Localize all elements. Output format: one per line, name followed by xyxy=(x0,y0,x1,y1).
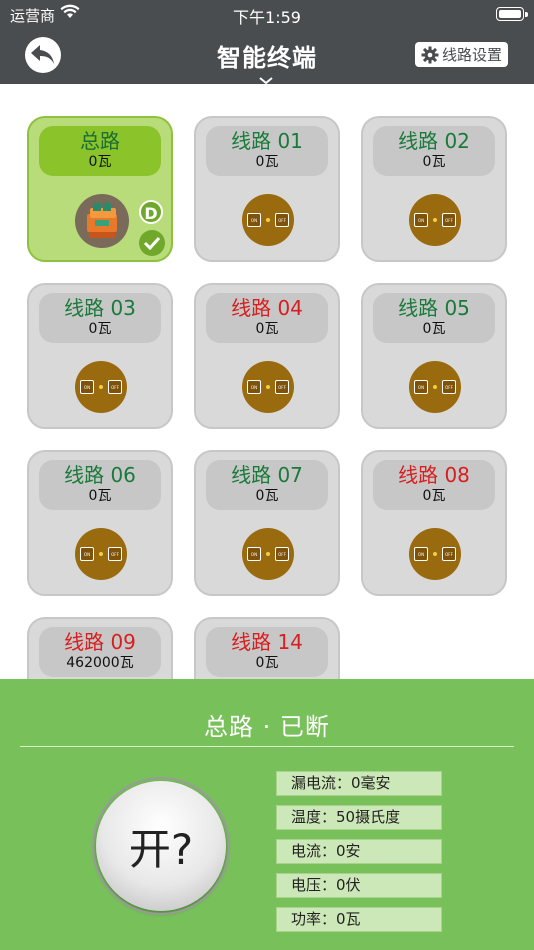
tile-label: 总路 0瓦 xyxy=(39,126,161,176)
tile-label: 线路 03 0瓦 xyxy=(39,293,161,343)
reading-current: 电流：0安 xyxy=(276,839,442,864)
tile-label: 线路 04 0瓦 xyxy=(206,293,328,343)
tile-line-03[interactable]: 线路 03 0瓦 ON OFF xyxy=(27,283,173,429)
tile-name: 线路 06 xyxy=(64,463,136,487)
tile-label: 线路 14 0瓦 xyxy=(206,627,328,677)
switch-icon: ON OFF xyxy=(75,528,127,580)
tile-line-06[interactable]: 线路 06 0瓦 ON OFF xyxy=(27,450,173,596)
tile-power: 0瓦 xyxy=(255,488,279,504)
tile-line-04[interactable]: 线路 04 0瓦 ON OFF xyxy=(194,283,340,429)
gear-icon xyxy=(421,46,439,63)
tile-power: 0瓦 xyxy=(422,488,446,504)
switch-icon: ON OFF xyxy=(409,528,461,580)
switch-icon: ON OFF xyxy=(75,361,127,413)
tile-name: 线路 14 xyxy=(231,630,303,654)
tile-name: 线路 07 xyxy=(231,463,303,487)
tile-power: 0瓦 xyxy=(255,321,279,337)
d-badge: D xyxy=(139,200,163,224)
tile-power: 0瓦 xyxy=(422,321,446,337)
reading-power: 功率：0瓦 xyxy=(276,907,442,932)
tile-name: 线路 08 xyxy=(398,463,470,487)
status-time: 下午1:59 xyxy=(233,8,301,27)
master-breaker-icon xyxy=(75,194,129,248)
divider xyxy=(20,746,514,747)
tile-name: 总路 xyxy=(80,129,120,153)
switch-icon: ON OFF xyxy=(242,361,294,413)
status-bar: 运营商 下午1:59 xyxy=(0,0,534,30)
tile-line-08[interactable]: 线路 08 0瓦 ON OFF xyxy=(361,450,507,596)
tile-label: 线路 07 0瓦 xyxy=(206,460,328,510)
switch-icon: ON OFF xyxy=(409,361,461,413)
tile-label: 线路 02 0瓦 xyxy=(373,126,495,176)
panel-title: 总路 · 已断 xyxy=(204,713,330,741)
chevron-down-icon[interactable] xyxy=(259,70,273,89)
tile-label: 线路 05 0瓦 xyxy=(373,293,495,343)
tile-name: 线路 03 xyxy=(64,296,136,320)
tile-label: 线路 09 462000瓦 xyxy=(39,627,161,677)
tile-master[interactable]: 总路 0瓦 D xyxy=(27,116,173,262)
reading-voltage: 电压：0伏 xyxy=(276,873,442,898)
reading-leakage: 漏电流：0毫安 xyxy=(276,771,442,796)
tile-power: 0瓦 xyxy=(88,488,112,504)
line-settings-button[interactable]: 线路设置 xyxy=(414,42,508,67)
tile-power: 462000瓦 xyxy=(66,655,134,671)
tile-power: 0瓦 xyxy=(88,321,112,337)
switch-icon: ON OFF xyxy=(242,528,294,580)
control-panel: 总路 · 已断 开? 漏电流：0毫安 温度：50摄氏度 电流：0安 电压：0伏 … xyxy=(0,679,534,950)
tile-name: 线路 01 xyxy=(231,129,303,153)
power-toggle-button[interactable]: 开? xyxy=(92,777,230,915)
tile-line-02[interactable]: 线路 02 0瓦 ON OFF xyxy=(361,116,507,262)
check-icon xyxy=(139,230,165,256)
navigation-bar: 智能终端 线路设置 xyxy=(0,30,534,85)
battery-icon xyxy=(496,7,528,21)
tile-power: 0瓦 xyxy=(255,655,279,671)
reading-temperature: 温度：50摄氏度 xyxy=(276,805,442,830)
tile-name: 线路 09 xyxy=(64,630,136,654)
switch-icon: ON OFF xyxy=(242,194,294,246)
tile-label: 线路 06 0瓦 xyxy=(39,460,161,510)
tile-power: 0瓦 xyxy=(422,154,446,170)
tile-name: 线路 05 xyxy=(398,296,470,320)
readings-list: 漏电流：0毫安 温度：50摄氏度 电流：0安 电压：0伏 功率：0瓦 xyxy=(276,771,442,941)
tile-label: 线路 01 0瓦 xyxy=(206,126,328,176)
tile-name: 线路 04 xyxy=(231,296,303,320)
tile-power: 0瓦 xyxy=(255,154,279,170)
tile-name: 线路 02 xyxy=(398,129,470,153)
line-settings-label: 线路设置 xyxy=(441,46,502,64)
tile-line-07[interactable]: 线路 07 0瓦 ON OFF xyxy=(194,450,340,596)
tile-power: 0瓦 xyxy=(88,154,112,170)
switch-icon: ON OFF xyxy=(409,194,461,246)
tile-line-05[interactable]: 线路 05 0瓦 ON OFF xyxy=(361,283,507,429)
tile-line-01[interactable]: 线路 01 0瓦 ON OFF xyxy=(194,116,340,262)
tile-label: 线路 08 0瓦 xyxy=(373,460,495,510)
